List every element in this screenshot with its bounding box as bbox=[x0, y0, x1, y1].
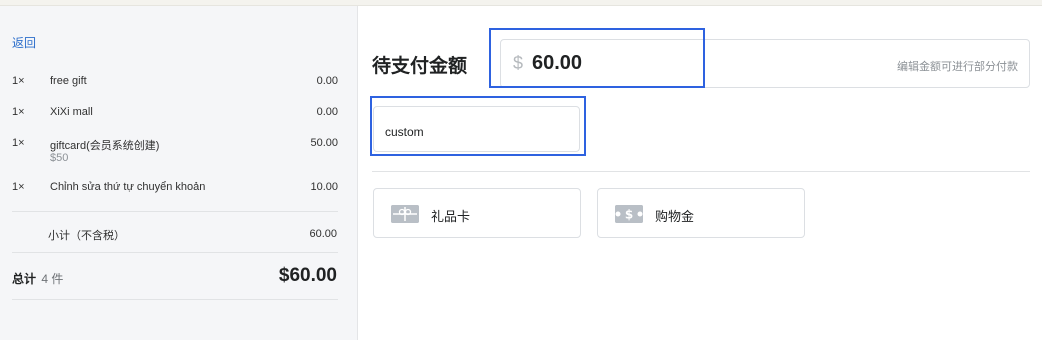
item-price: 0.00 bbox=[316, 75, 338, 87]
item-variant: $50 bbox=[50, 152, 69, 164]
back-link[interactable]: 返回 bbox=[12, 34, 36, 51]
divider bbox=[12, 211, 338, 212]
store-credit-label: 购物金 bbox=[655, 209, 695, 224]
item-price: 0.00 bbox=[316, 106, 338, 118]
item-name: free gift bbox=[50, 75, 87, 87]
gift-card-icon bbox=[391, 205, 419, 223]
amount-due-title: 待支付金额 bbox=[372, 56, 468, 77]
divider bbox=[12, 299, 338, 300]
total-label: 总计 4 件 bbox=[12, 270, 63, 287]
item-price: 10.00 bbox=[310, 181, 338, 193]
item-name: XiXi mall bbox=[50, 106, 93, 118]
divider bbox=[12, 252, 338, 253]
total-label-text: 总计 bbox=[12, 272, 37, 286]
gift-card-button[interactable]: 礼品卡 bbox=[373, 188, 581, 238]
item-quantity: 1× bbox=[12, 137, 25, 149]
subtotal-value: 60.00 bbox=[309, 228, 337, 240]
divider bbox=[372, 171, 1030, 172]
svg-text:$: $ bbox=[625, 208, 633, 222]
item-name: giftcard(会员系统创建) bbox=[50, 140, 160, 152]
order-summary-panel: 返回 1× free gift 0.00 1× XiXi mall 0.00 1… bbox=[0, 6, 358, 340]
subtotal-label: 小计（不含税） bbox=[48, 230, 125, 242]
gift-card-label: 礼品卡 bbox=[431, 209, 471, 224]
partial-payment-hint: 编辑金额可进行部分付款 bbox=[897, 61, 1018, 73]
item-quantity: 1× bbox=[12, 75, 25, 87]
item-name: Chỉnh sửa thứ tự chuyển khoản bbox=[50, 181, 206, 193]
total-value: $60.00 bbox=[278, 265, 337, 286]
highlight-box bbox=[489, 28, 705, 88]
store-credit-button[interactable]: $ 购物金 bbox=[597, 188, 805, 238]
item-quantity: 1× bbox=[12, 106, 25, 118]
item-price: 50.00 bbox=[310, 137, 338, 149]
item-quantity: 1× bbox=[12, 181, 25, 193]
store-credit-icon: $ bbox=[615, 205, 643, 223]
total-item-count: 4 件 bbox=[41, 272, 64, 286]
highlight-box bbox=[370, 96, 586, 156]
